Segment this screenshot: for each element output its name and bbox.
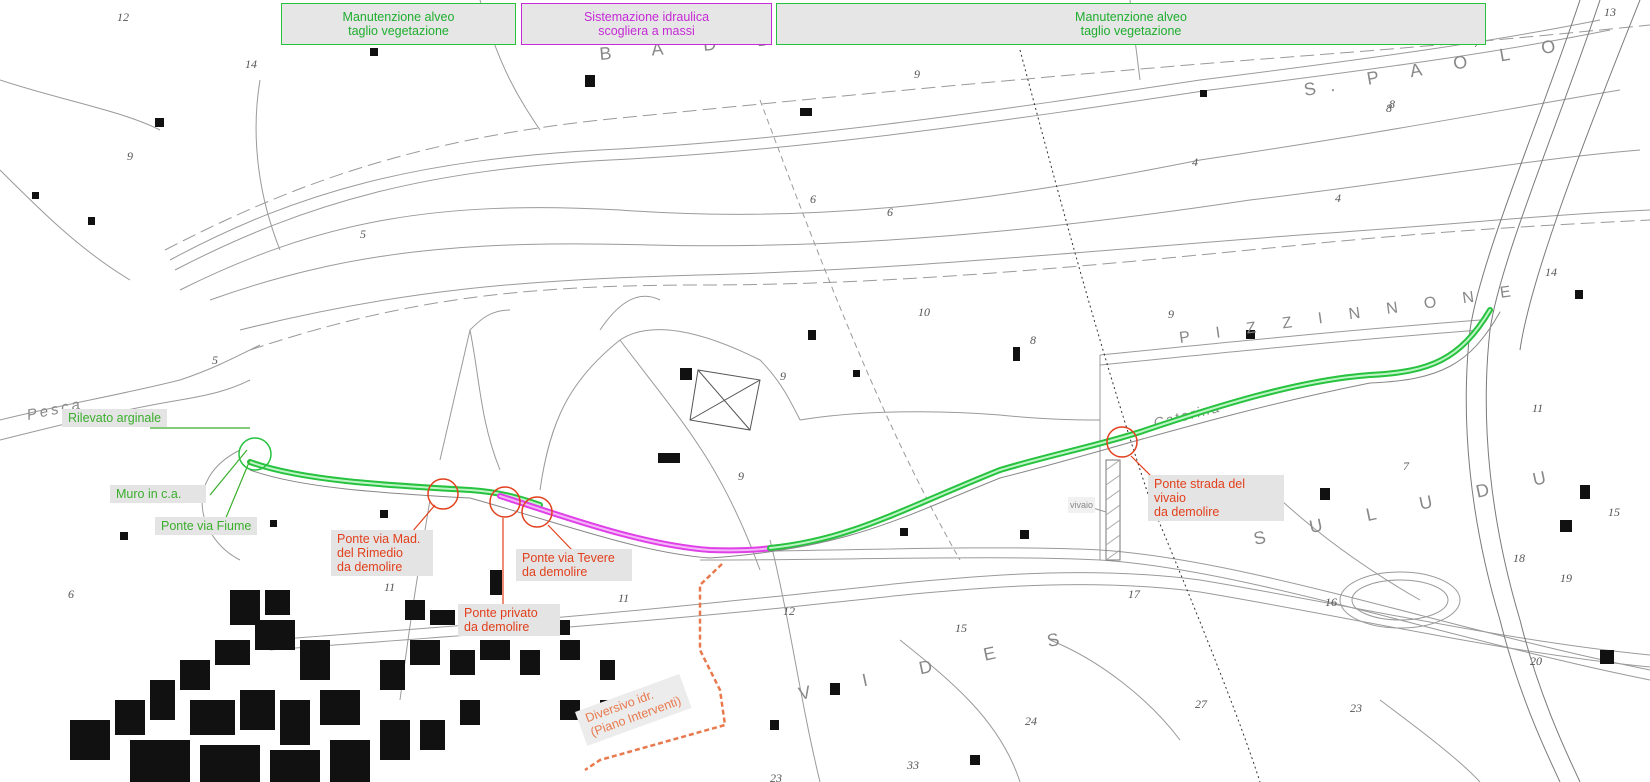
svg-text:23: 23 bbox=[1350, 701, 1362, 715]
label-muro: Muro in c.a. bbox=[110, 485, 206, 503]
svg-text:9: 9 bbox=[914, 67, 920, 81]
label-rilevato-arginale: Rilevato arginale bbox=[62, 409, 168, 427]
svg-text:9: 9 bbox=[738, 469, 744, 483]
svg-text:4: 4 bbox=[1192, 155, 1198, 169]
highway bbox=[1465, 0, 1581, 782]
svg-text:7: 7 bbox=[1403, 459, 1410, 473]
svg-text:6: 6 bbox=[887, 205, 893, 219]
svg-text:12: 12 bbox=[117, 10, 129, 24]
svg-text:8: 8 bbox=[1030, 333, 1036, 347]
river-bank-lower bbox=[179, 89, 1621, 291]
svg-text:10: 10 bbox=[918, 305, 930, 319]
svg-text:27: 27 bbox=[1195, 697, 1208, 711]
label-ponte-madonna: Ponte via Mad. del Rimedio da demolire bbox=[331, 530, 433, 576]
svg-text:33: 33 bbox=[906, 758, 919, 772]
svg-text:9: 9 bbox=[127, 149, 133, 163]
svg-text:4: 4 bbox=[1335, 191, 1341, 205]
svg-text:9: 9 bbox=[780, 369, 786, 383]
cartographic-map: 12 14 9 5 5 6 6 4 4 14 9 9 8 10 8 9 11 7… bbox=[0, 0, 1650, 782]
channel-green-west bbox=[247, 459, 543, 508]
label-vivaio: vivaio bbox=[1068, 497, 1096, 513]
svg-text:11: 11 bbox=[1532, 401, 1543, 415]
ponte-madonna-marker bbox=[427, 478, 459, 510]
svg-text:6: 6 bbox=[810, 192, 816, 206]
svg-text:11: 11 bbox=[618, 591, 629, 605]
header-manutenzione-left: Manutenzione alveo taglio vegetazione bbox=[281, 3, 516, 45]
svg-text:19: 19 bbox=[1560, 571, 1572, 585]
svg-text:S U L U D U: S U L U D U bbox=[1252, 463, 1568, 549]
svg-text:23: 23 bbox=[770, 771, 782, 782]
label-ponte-via-fiume: Ponte via Fiume bbox=[155, 517, 258, 535]
svg-text:13: 13 bbox=[1604, 5, 1616, 19]
svg-text:5: 5 bbox=[212, 353, 218, 367]
svg-text:24: 24 bbox=[1025, 714, 1037, 728]
river-bank-upper bbox=[169, 19, 1601, 261]
svg-text:16: 16 bbox=[1325, 595, 1337, 609]
urban-blocks bbox=[32, 48, 1614, 782]
svg-text:14: 14 bbox=[245, 57, 257, 71]
svg-text:6: 6 bbox=[68, 587, 74, 601]
road-middle bbox=[699, 557, 1650, 681]
svg-text:V I D E S: V I D E S bbox=[797, 624, 1085, 704]
svg-text:18: 18 bbox=[1513, 551, 1525, 565]
svg-text:15: 15 bbox=[955, 621, 967, 635]
svg-text:17: 17 bbox=[1128, 587, 1141, 601]
label-ponte-tevere: Ponte via Tevere da demolire bbox=[516, 549, 632, 581]
svg-text:5: 5 bbox=[360, 227, 366, 241]
label-ponte-privato: Ponte privato da demolire bbox=[458, 604, 560, 636]
header-sistemazione-idraulica: Sistemazione idraulica scogliera a massi bbox=[521, 3, 772, 45]
svg-text:11: 11 bbox=[384, 580, 395, 594]
svg-text:20: 20 bbox=[1530, 654, 1542, 668]
svg-text:15: 15 bbox=[1608, 505, 1620, 519]
label-ponte-vivaio: Ponte strada del vivaio da demolire bbox=[1148, 475, 1284, 521]
svg-text:8: 8 bbox=[1386, 101, 1392, 115]
svg-text:9: 9 bbox=[1168, 307, 1174, 321]
svg-text:12: 12 bbox=[783, 604, 795, 618]
header-manutenzione-right: Manutenzione alveo taglio vegetazione bbox=[776, 3, 1486, 45]
svg-text:14: 14 bbox=[1545, 265, 1557, 279]
